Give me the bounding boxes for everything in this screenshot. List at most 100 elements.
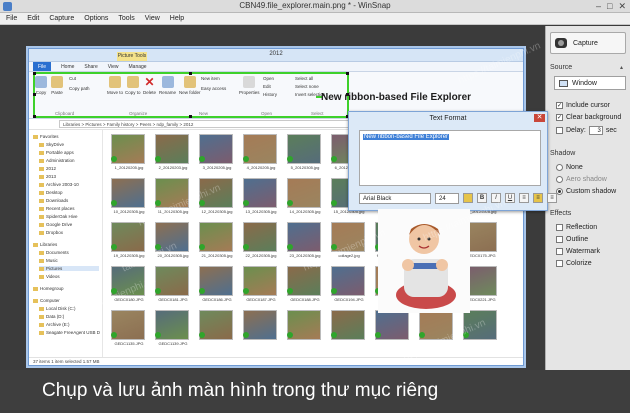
file-thumbnail[interactable]: 5_20120305.jpg xyxy=(287,134,323,170)
nav-item[interactable]: Google Drive xyxy=(39,222,72,227)
nav-item[interactable]: Videos xyxy=(39,274,60,279)
nav-item[interactable]: Seagate FreeAgent USB D xyxy=(39,330,100,335)
menu-tools[interactable]: Tools xyxy=(118,13,134,24)
file-thumbnail[interactable] xyxy=(287,310,323,341)
nav-item[interactable]: Favorites xyxy=(33,134,59,139)
source-select[interactable]: Window xyxy=(554,76,626,90)
nav-item[interactable]: Music xyxy=(39,258,58,263)
thumbnail-label: 12_20120305.jpg xyxy=(201,209,233,214)
folder-icon xyxy=(33,298,38,303)
clear-background-checkbox[interactable]: ✓ Clear background xyxy=(556,114,621,121)
file-thumbnail[interactable]: 13_20120305.jpg xyxy=(243,178,279,214)
menu-capture[interactable]: Capture xyxy=(49,13,74,24)
effect-outline-checkbox[interactable]: Outline xyxy=(556,236,588,243)
effect-watermark-checkbox[interactable]: Watermark xyxy=(556,248,600,255)
file-thumbnail[interactable]: 1_20120205.jpg xyxy=(111,134,147,170)
resize-handle[interactable] xyxy=(33,115,36,118)
nav-item[interactable]: Downloads xyxy=(39,198,68,203)
folder-icon xyxy=(39,314,44,319)
resize-handle[interactable] xyxy=(189,115,192,118)
nav-item[interactable]: Administration xyxy=(39,158,75,163)
align-left-button[interactable]: ≡ xyxy=(519,193,529,203)
folder-icon xyxy=(39,142,44,147)
folder-icon xyxy=(33,242,38,247)
annotation-text[interactable]: New ribbon-based File Explorer xyxy=(321,92,471,103)
menu-help[interactable]: Help xyxy=(170,13,184,24)
file-thumbnail[interactable]: 4_20120205.jpg xyxy=(243,134,279,170)
file-thumbnail[interactable]: GEDC1139.JPG xyxy=(155,310,191,346)
file-thumbnail[interactable]: GEDC0181.JPG xyxy=(155,266,191,302)
file-thumbnail[interactable]: 23_20120305.jpg xyxy=(287,222,323,258)
font-select[interactable]: Arial Black xyxy=(359,192,431,204)
bold-button[interactable]: B xyxy=(477,193,487,203)
file-thumbnail[interactable] xyxy=(331,310,367,341)
capture-button[interactable]: Capture xyxy=(550,32,626,54)
resize-handle[interactable] xyxy=(33,93,36,96)
text-color-button[interactable] xyxy=(463,193,473,203)
tab-view[interactable]: View xyxy=(108,62,119,71)
font-size-select[interactable]: 24 xyxy=(435,192,459,204)
resize-handle[interactable] xyxy=(346,72,349,75)
underline-button[interactable]: U xyxy=(505,193,515,203)
nav-item[interactable]: Local Disk (C:) xyxy=(39,306,76,311)
align-right-button[interactable]: ≡ xyxy=(547,193,557,203)
file-thumbnail[interactable]: GEDC0187.JPG xyxy=(243,266,279,302)
nav-item[interactable]: Desktop xyxy=(39,190,63,195)
delay-row[interactable]: Delay: 3 sec xyxy=(556,126,617,135)
resize-handle[interactable] xyxy=(33,72,36,75)
menu-view[interactable]: View xyxy=(145,13,160,24)
folder-icon xyxy=(39,330,44,335)
dialog-close-button[interactable]: ✕ xyxy=(534,114,545,122)
tab-share[interactable]: Share xyxy=(84,62,97,71)
nav-item[interactable]: Archive 2003-10 xyxy=(39,182,79,187)
shadow-none-radio[interactable]: None xyxy=(556,164,583,171)
nav-item[interactable]: Dropbox xyxy=(39,230,63,235)
shadow-aero-radio[interactable]: Aero shadow xyxy=(556,176,607,183)
close-button[interactable]: ✕ xyxy=(618,1,626,12)
include-cursor-checkbox[interactable]: ✓ Include cursor xyxy=(556,102,610,109)
maximize-button[interactable]: □ xyxy=(607,1,612,12)
nav-item[interactable]: Recent places xyxy=(39,206,75,211)
nav-item[interactable]: SkyDrive xyxy=(39,142,64,147)
nav-item[interactable]: Libraries xyxy=(33,242,57,247)
nav-item[interactable]: Computer xyxy=(33,298,60,303)
nav-item[interactable]: Archive (E:) xyxy=(39,322,70,327)
file-thumbnail[interactable] xyxy=(199,310,235,341)
file-thumbnail[interactable] xyxy=(243,310,279,341)
nav-item[interactable]: SpiderOak Hive xyxy=(39,214,78,219)
shadow-custom-radio[interactable]: Custom shadow xyxy=(556,188,616,195)
nav-item[interactable]: 2012 xyxy=(39,166,56,171)
align-center-button[interactable]: ≡ xyxy=(533,193,543,203)
resize-handle[interactable] xyxy=(189,72,192,75)
nav-item[interactable]: 2013 xyxy=(39,174,56,179)
tab-manage[interactable]: Manage xyxy=(129,62,147,71)
file-thumbnail[interactable]: 22_20120305.jpg xyxy=(243,222,279,258)
file-thumbnail[interactable] xyxy=(375,310,411,341)
nav-item[interactable]: Documents xyxy=(39,250,69,255)
address-path[interactable]: Libraries > Pictures > Family history > … xyxy=(59,120,359,128)
file-thumbnail[interactable]: 14_20120305.jpg xyxy=(287,178,323,214)
file-thumbnail[interactable]: GEDC0194.JPG xyxy=(331,266,367,302)
delay-spinner[interactable]: 3 xyxy=(588,126,603,135)
nav-item[interactable]: Data (D:) xyxy=(39,314,64,319)
tab-home[interactable]: Home xyxy=(61,62,74,71)
highlight-rectangle[interactable] xyxy=(33,72,349,118)
file-thumbnail[interactable]: 21_20120305.jpg xyxy=(199,222,235,258)
effect-reflection-checkbox[interactable]: Reflection xyxy=(556,224,597,231)
file-thumbnail[interactable]: 10_20120305.jpg xyxy=(111,178,147,214)
collapse-icon[interactable]: ▴ xyxy=(620,64,628,72)
menu-file[interactable]: File xyxy=(6,13,17,24)
menu-options[interactable]: Options xyxy=(84,13,108,24)
nav-item[interactable]: Portable apps xyxy=(39,150,74,155)
effect-colorize-checkbox[interactable]: Colorize xyxy=(556,260,592,267)
file-thumbnail[interactable]: GEDC0186.JPG xyxy=(199,266,235,302)
minimize-button[interactable]: – xyxy=(596,1,601,12)
file-thumbnail[interactable]: GEDC1135.JPG xyxy=(111,310,147,346)
file-thumbnail[interactable]: 3_20120205.jpg xyxy=(199,134,235,170)
tab-file[interactable]: File xyxy=(33,62,52,71)
file-thumbnail[interactable]: 2_20120203.jpg xyxy=(155,134,191,170)
thumbnail-label: 10_20120305.jpg xyxy=(113,209,145,214)
menu-edit[interactable]: Edit xyxy=(27,13,39,24)
nav-item[interactable]: Homegroup xyxy=(33,286,64,291)
nav-item[interactable]: Pictures xyxy=(39,266,99,271)
